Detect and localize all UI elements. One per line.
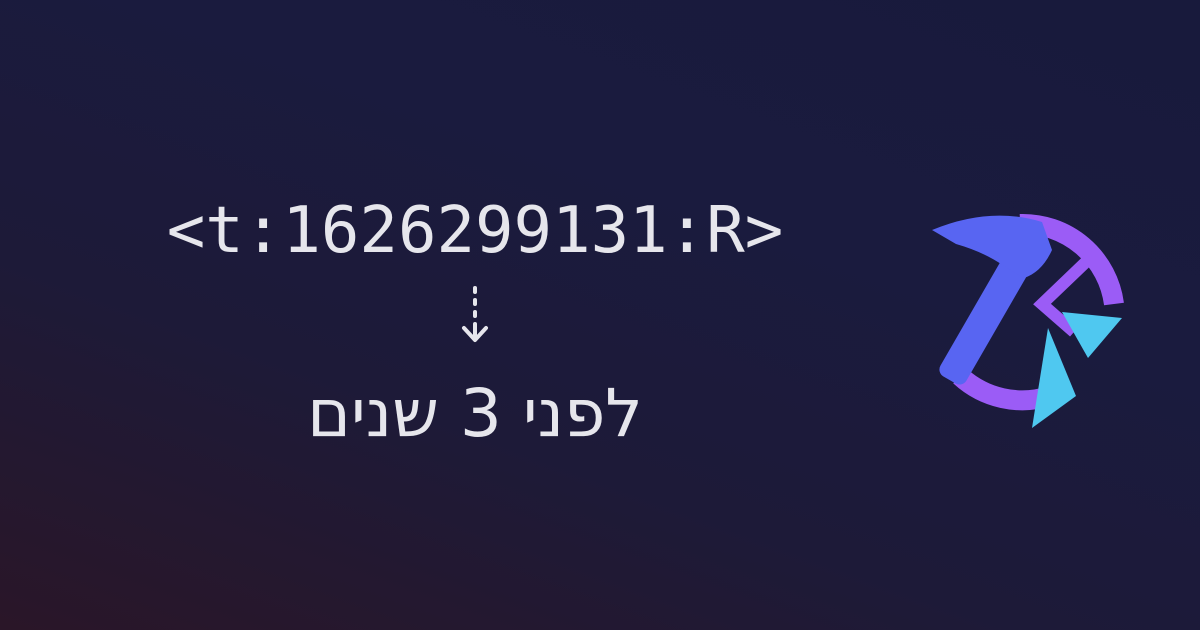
dotted-down-arrow-icon <box>462 286 488 342</box>
hammer-clock-logo-icon <box>932 213 1124 428</box>
timestamp-code: <t:1626299131:R> <box>166 194 784 268</box>
relative-time-result: לפני 3 שנים <box>307 375 643 452</box>
